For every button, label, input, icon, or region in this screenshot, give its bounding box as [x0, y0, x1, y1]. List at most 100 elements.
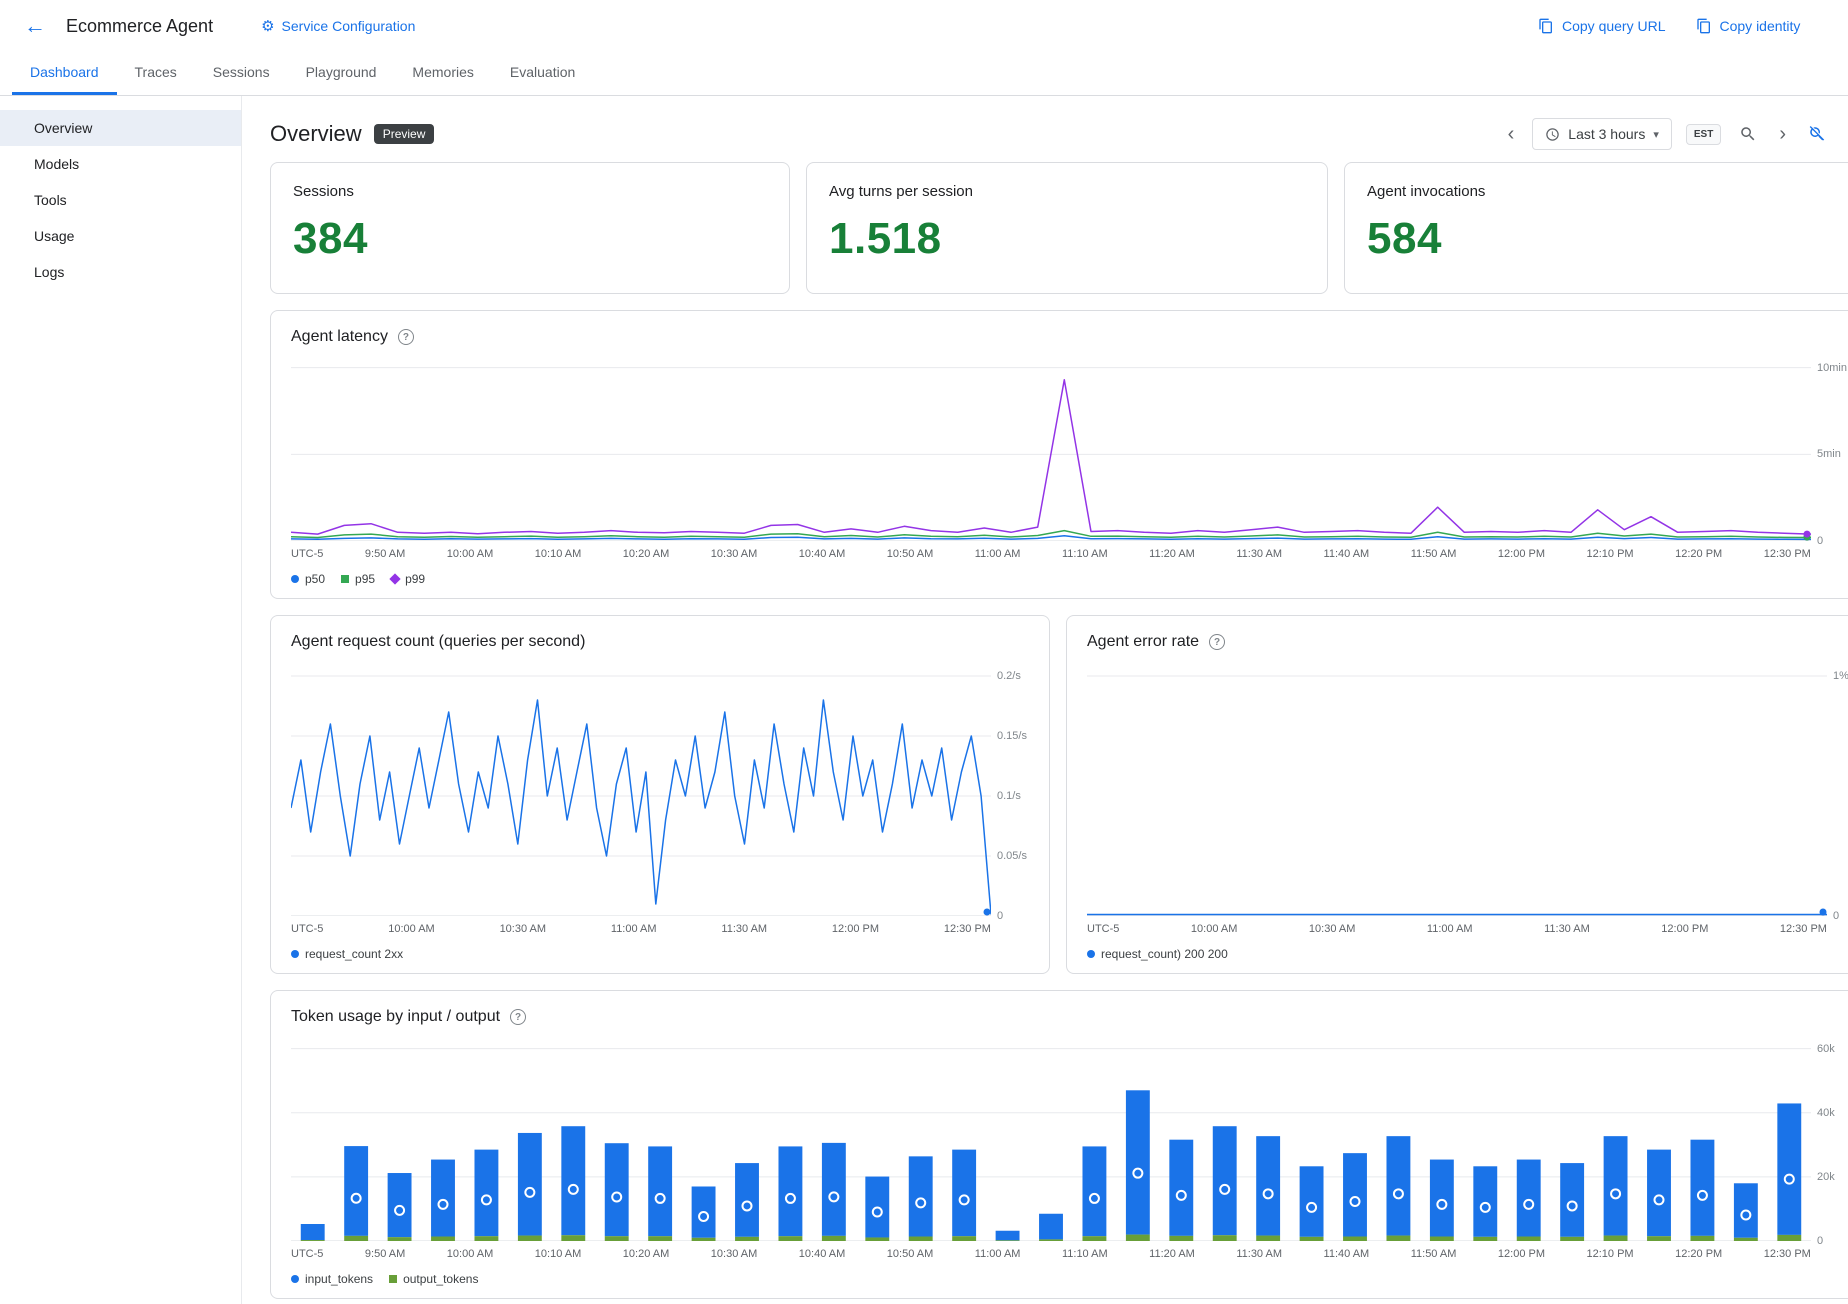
legend-marker-icon — [389, 1275, 397, 1283]
timezone-chip[interactable]: EST — [1686, 124, 1721, 145]
tab-dashboard[interactable]: Dashboard — [12, 52, 117, 95]
help-icon[interactable]: ? — [510, 1009, 526, 1025]
zoom-off-icon — [1808, 125, 1826, 143]
service-configuration-link[interactable]: ⚙ Service Configuration — [261, 17, 415, 35]
sidebar-item-usage[interactable]: Usage — [0, 218, 241, 254]
copy-query-url-button[interactable]: Copy query URL — [1538, 18, 1666, 34]
x-tick-label: 11:50 AM — [1411, 1248, 1457, 1260]
chart-canvas[interactable] — [291, 359, 1811, 541]
x-axis-labels: UTC-59:50 AM10:00 AM10:10 AM10:20 AM10:3… — [291, 548, 1811, 560]
x-axis-labels: UTC-59:50 AM10:00 AM10:10 AM10:20 AM10:3… — [291, 1248, 1811, 1260]
x-tick-label: 10:20 AM — [623, 548, 669, 560]
y-tick-label: 60k — [1817, 1043, 1835, 1055]
copy-identity-button[interactable]: Copy identity — [1696, 18, 1801, 34]
legend-label: request_count 2xx — [305, 947, 403, 961]
tab-playground[interactable]: Playground — [288, 52, 395, 95]
legend-marker-icon — [291, 950, 299, 958]
y-tick-label: 0.2/s — [997, 670, 1021, 682]
legend-item[interactable]: input_tokens — [291, 1272, 373, 1286]
x-tick-label: 12:00 PM — [832, 923, 879, 935]
pan-right-button[interactable]: › — [1775, 119, 1790, 150]
sidebar-item-logs[interactable]: Logs — [0, 254, 241, 290]
chevron-left-icon: ‹ — [1508, 123, 1515, 146]
help-icon[interactable]: ? — [398, 329, 414, 345]
legend-item[interactable]: p50 — [291, 572, 325, 586]
zoom-reset-button[interactable] — [1804, 121, 1830, 147]
legend-item[interactable]: p95 — [341, 572, 375, 586]
chart-title: Agent error rate — [1087, 633, 1199, 651]
x-tick-label: 11:00 AM — [611, 923, 657, 935]
time-range-control[interactable]: Last 3 hours ▾ — [1532, 118, 1672, 150]
copy-query-url-label: Copy query URL — [1562, 18, 1666, 34]
chart-toolbar: ‹ Last 3 hours ▾ EST › — [1504, 118, 1830, 150]
stats-row: Sessions 384 Avg turns per session 1.518… — [270, 162, 1848, 294]
legend-item[interactable]: request_count) 200 200 — [1087, 947, 1228, 961]
x-tick-label: 10:40 AM — [799, 1248, 845, 1260]
legend-item[interactable]: request_count 2xx — [291, 947, 403, 961]
x-tick-label: 12:00 PM — [1498, 548, 1545, 560]
legend-label: p50 — [305, 572, 325, 586]
x-tick-label: 11:30 AM — [1236, 1248, 1282, 1260]
help-icon[interactable]: ? — [1209, 634, 1225, 650]
sidebar-item-overview[interactable]: Overview — [0, 110, 241, 146]
pan-left-button[interactable]: ‹ — [1504, 119, 1519, 150]
y-tick-label: 0.15/s — [997, 730, 1027, 742]
x-tick-label: 11:50 AM — [1411, 548, 1457, 560]
y-tick-label: 0 — [1817, 535, 1823, 547]
chart-canvas[interactable] — [291, 1039, 1811, 1241]
zoom-in-button[interactable] — [1735, 121, 1761, 147]
clock-icon — [1545, 127, 1560, 142]
y-tick-label: 0.05/s — [997, 850, 1027, 862]
y-axis-labels: 0.2/s0.15/s0.1/s0.05/s0 — [991, 664, 1035, 916]
legend-item[interactable]: p99 — [391, 572, 425, 586]
x-tick-label: 12:30 PM — [1764, 1248, 1811, 1260]
x-tick-label: 10:50 AM — [887, 548, 933, 560]
magnifier-icon — [1739, 125, 1757, 143]
agent-request-count-card: Agent request count (queries per second)… — [270, 615, 1050, 974]
x-tick-label: 10:30 AM — [711, 1248, 757, 1260]
y-axis-labels: 10min5min0 — [1811, 359, 1848, 541]
x-tick-label: 12:00 PM — [1498, 1248, 1545, 1260]
chart-canvas[interactable] — [291, 664, 991, 916]
x-tick-label: 10:00 AM — [447, 1248, 493, 1260]
chart-title: Agent latency — [291, 328, 388, 346]
x-tick-label: 11:10 AM — [1062, 548, 1108, 560]
x-tick-label: 11:10 AM — [1062, 1248, 1108, 1260]
top-app-bar: ← Ecommerce Agent ⚙ Service Configuratio… — [0, 0, 1848, 52]
page-title: Overview — [270, 121, 362, 147]
tab-sessions[interactable]: Sessions — [195, 52, 288, 95]
x-axis-labels: UTC-510:00 AM10:30 AM11:00 AM11:30 AM12:… — [291, 923, 991, 935]
x-tick-label: 9:50 AM — [365, 548, 405, 560]
copy-identity-label: Copy identity — [1720, 18, 1801, 34]
x-tick-label: 12:30 PM — [944, 923, 991, 935]
legend-label: request_count) 200 200 — [1101, 947, 1228, 961]
legend-marker-icon — [341, 575, 349, 583]
sidebar-item-tools[interactable]: Tools — [0, 182, 241, 218]
y-tick-label: 5min — [1817, 448, 1841, 460]
tab-evaluation[interactable]: Evaluation — [492, 52, 593, 95]
agent-error-rate-card: Agent error rate ? 1%0 UTC-510:00 AM10:3… — [1066, 615, 1848, 974]
x-tick-label: 10:30 AM — [500, 923, 546, 935]
legend-label: output_tokens — [403, 1272, 478, 1286]
back-arrow-button[interactable]: ← — [24, 13, 46, 39]
sidebar-item-models[interactable]: Models — [0, 146, 241, 182]
chart-canvas[interactable] — [1087, 664, 1827, 916]
x-tick-label: 12:20 PM — [1675, 1248, 1722, 1260]
x-tick-label: 11:40 AM — [1324, 548, 1370, 560]
legend-item[interactable]: output_tokens — [389, 1272, 478, 1286]
app-viewport: ← Ecommerce Agent ⚙ Service Configuratio… — [0, 0, 1848, 1304]
y-tick-label: 20k — [1817, 1171, 1835, 1183]
x-tick-label: 12:30 PM — [1764, 548, 1811, 560]
tab-memories[interactable]: Memories — [394, 52, 491, 95]
x-tick-label: 11:40 AM — [1324, 1248, 1370, 1260]
time-range-label: Last 3 hours — [1568, 126, 1645, 142]
y-axis-labels: 1%0 — [1827, 664, 1848, 916]
legend-marker-icon — [291, 1275, 299, 1283]
x-tick-label: 10:10 AM — [535, 1248, 581, 1260]
chart-legend: request_count) 200 200 — [1087, 947, 1848, 961]
service-configuration-label: Service Configuration — [282, 18, 416, 34]
y-tick-label: 1% — [1833, 670, 1848, 682]
x-tick-label: 10:10 AM — [535, 548, 581, 560]
x-tick-label: UTC-5 — [1087, 923, 1119, 935]
tab-traces[interactable]: Traces — [117, 52, 195, 95]
